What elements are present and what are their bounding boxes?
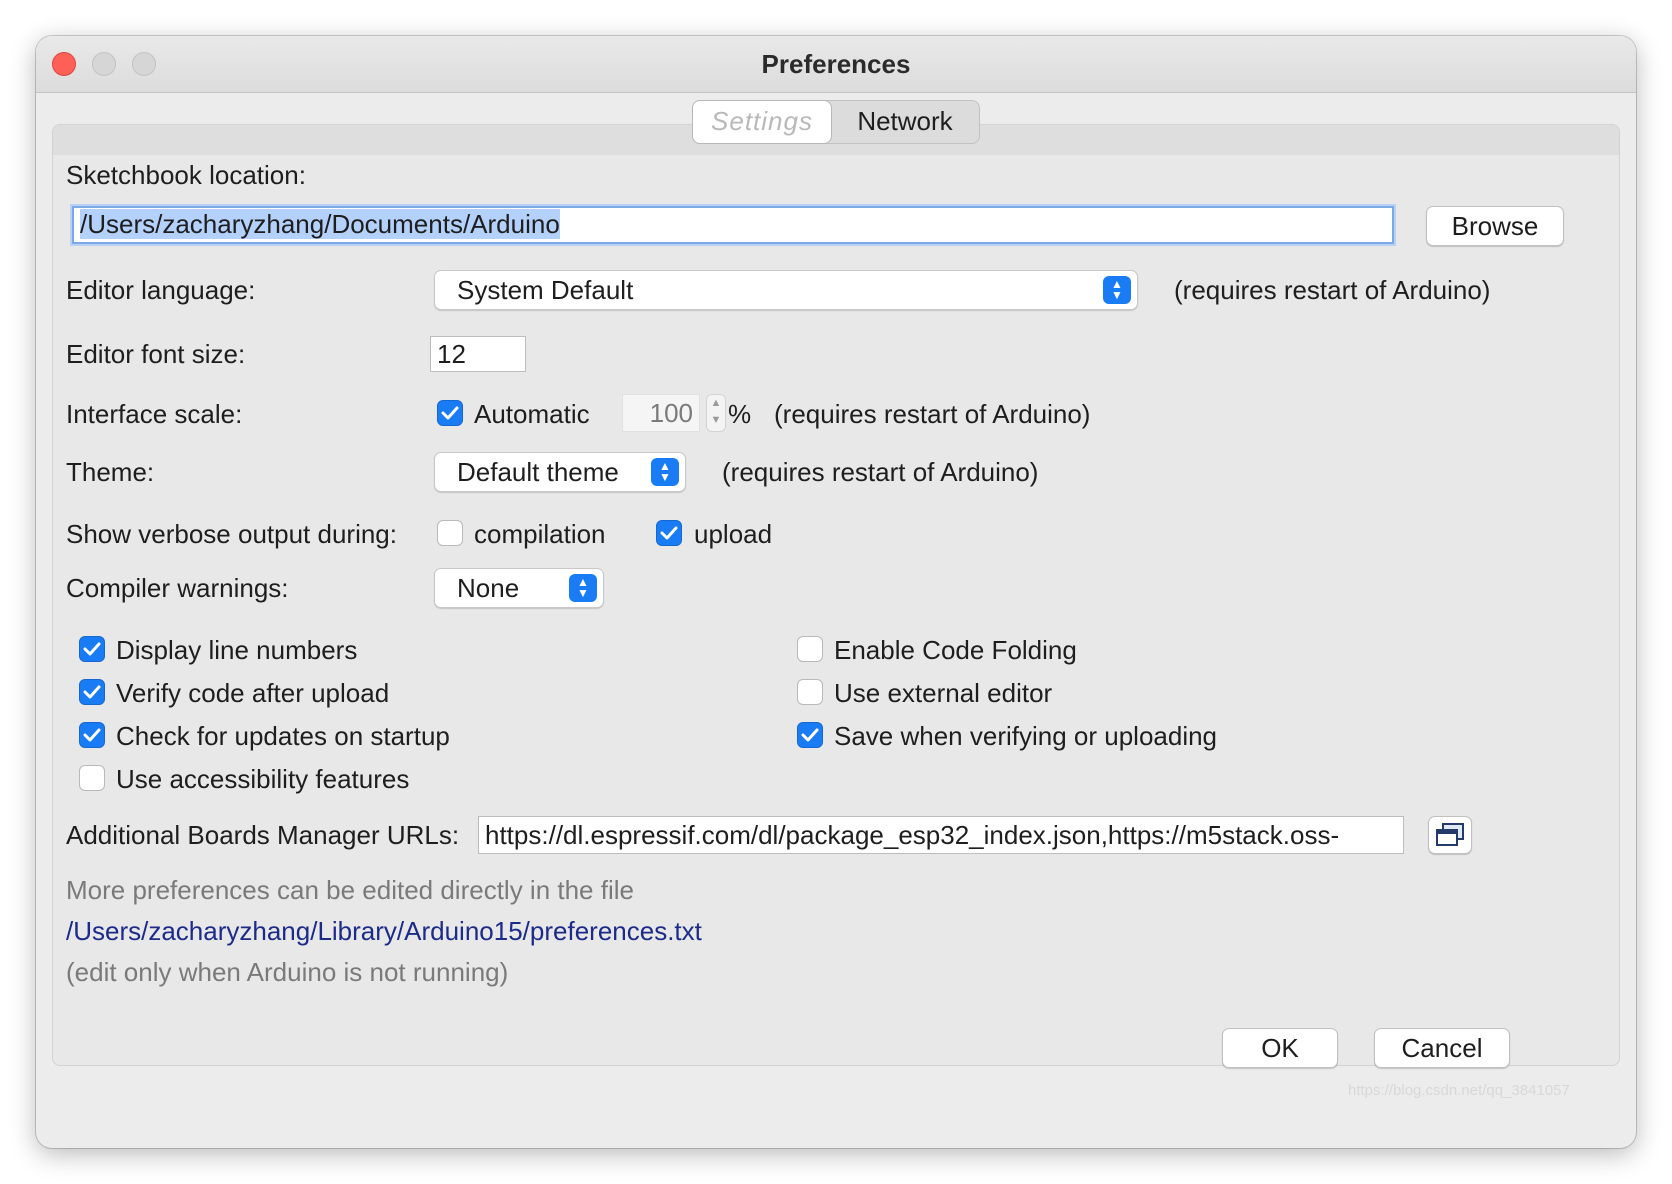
preferences-window: Preferences Settings Network Sketchbook … [36,36,1636,1148]
window-stack-icon [1436,823,1464,846]
check-updates-label: Check for updates on startup [116,721,450,751]
select-arrows-icon: ▲ ▼ [569,574,597,602]
verbose-label: Show verbose output during: [66,519,397,549]
interface-scale-label: Interface scale: [66,399,243,429]
stepper-down-icon[interactable]: ▼ [707,412,725,429]
sketchbook-path-text: /Users/zacharyzhang/Documents/Arduino [80,209,560,239]
verbose-compilation-checkbox[interactable] [437,520,463,546]
code-folding-label: Enable Code Folding [834,635,1077,665]
title-bar: Preferences [36,36,1636,93]
save-when-verifying-checkbox[interactable] [797,722,823,748]
select-arrows-icon: ▲ ▼ [1103,276,1131,304]
theme-value: Default theme [457,457,619,487]
edit-note: (edit only when Arduino is not running) [66,957,509,987]
automatic-scale-checkbox[interactable] [437,400,463,426]
font-size-label: Editor font size: [66,339,246,369]
verify-after-upload-label: Verify code after upload [116,678,390,708]
verbose-upload-checkbox[interactable] [656,520,682,546]
scale-unit: % [728,399,752,429]
more-preferences-info: More preferences can be edited directly … [66,875,634,905]
editor-language-note: (requires restart of Arduino) [1174,275,1491,305]
theme-select[interactable]: Default theme ▲ ▼ [434,452,686,492]
scale-stepper[interactable]: ▲ ▼ [706,394,726,432]
verbose-compilation-label: compilation [474,519,606,549]
code-folding-checkbox[interactable] [797,636,823,662]
select-arrows-icon: ▲ ▼ [651,458,679,486]
cancel-button[interactable]: Cancel [1374,1028,1510,1068]
watermark: https://blog.csdn.net/qq_3841057 [1348,1082,1570,1099]
tab-network[interactable]: Network [831,101,979,143]
boards-urls-label: Additional Boards Manager URLs: [66,820,460,850]
sketchbook-label: Sketchbook location: [66,160,306,190]
editor-language-label: Editor language: [66,275,256,305]
accessibility-checkbox[interactable] [79,765,105,791]
accessibility-label: Use accessibility features [116,764,410,794]
interface-scale-input[interactable]: 100 [622,394,700,432]
automatic-scale-label: Automatic [474,399,590,429]
font-size-input[interactable]: 12 [430,336,526,372]
compiler-warnings-select[interactable]: None ▲ ▼ [434,568,604,608]
check-updates-checkbox[interactable] [79,722,105,748]
display-line-numbers-label: Display line numbers [116,635,358,665]
editor-language-select[interactable]: System Default ▲ ▼ [434,270,1138,310]
theme-label: Theme: [66,457,155,487]
compiler-warnings-value: None [457,573,520,603]
verbose-upload-label: upload [694,519,773,549]
editor-language-value: System Default [457,275,634,305]
sketchbook-path-input[interactable]: /Users/zacharyzhang/Documents/Arduino [72,206,1394,244]
theme-note: (requires restart of Arduino) [722,457,1039,487]
tab-settings[interactable]: Settings [693,101,831,143]
external-editor-label: Use external editor [834,678,1053,708]
tab-bar: Settings Network [692,100,980,144]
compiler-warnings-label: Compiler warnings: [66,573,289,603]
edit-urls-button[interactable] [1428,816,1472,854]
ok-button[interactable]: OK [1222,1028,1338,1068]
verify-after-upload-checkbox[interactable] [79,679,105,705]
browse-button[interactable]: Browse [1426,206,1564,246]
external-editor-checkbox[interactable] [797,679,823,705]
preferences-file-path[interactable]: /Users/zacharyzhang/Library/Arduino15/pr… [66,915,702,947]
save-when-verifying-label: Save when verifying or uploading [834,721,1218,751]
display-line-numbers-checkbox[interactable] [79,636,105,662]
stepper-up-icon[interactable]: ▲ [707,395,725,412]
window-title: Preferences [761,49,911,79]
interface-scale-note: (requires restart of Arduino) [774,399,1091,429]
boards-urls-input[interactable]: https://dl.espressif.com/dl/package_esp3… [478,816,1404,854]
